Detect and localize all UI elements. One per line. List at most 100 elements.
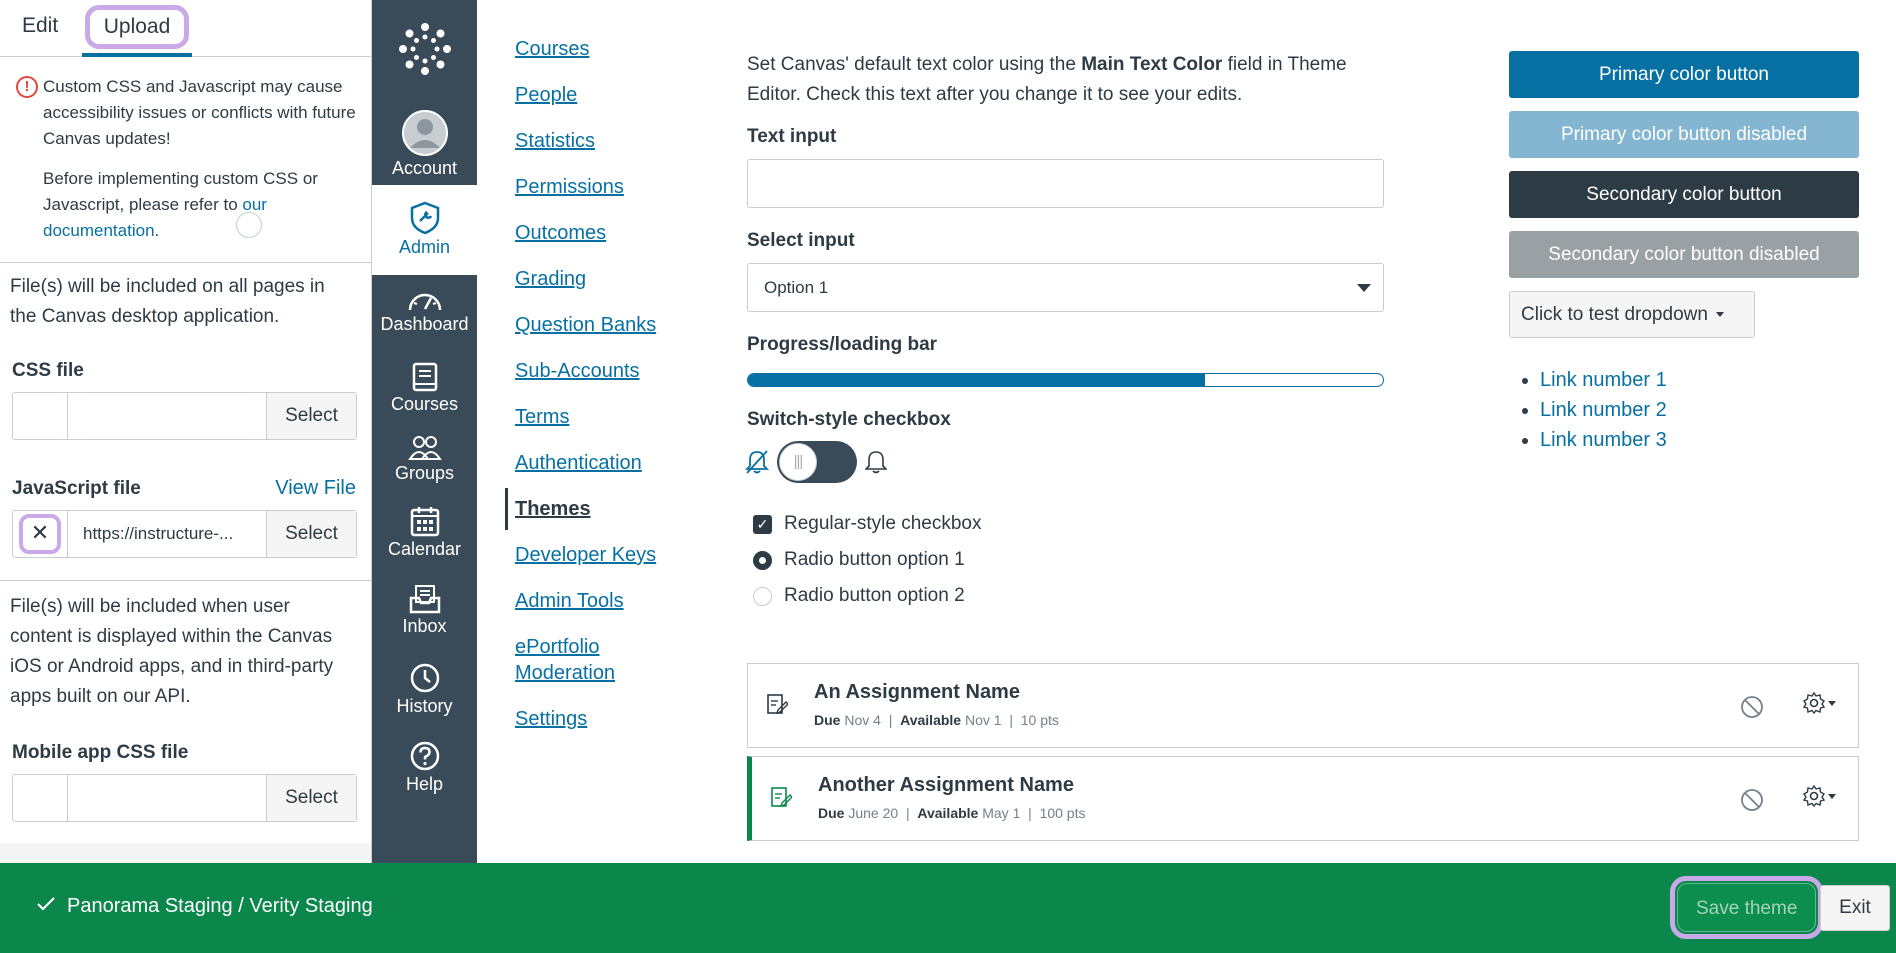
subnav-authentication[interactable]: Authentication [515, 450, 642, 476]
points: 10 pts [1020, 712, 1059, 728]
subnav-people[interactable]: People [515, 82, 577, 108]
tab-edit[interactable]: Edit [22, 0, 58, 57]
subnav-permissions[interactable]: Permissions [515, 174, 624, 200]
subnav-statistics[interactable]: Statistics [515, 128, 595, 154]
meta-separator: | [1009, 712, 1013, 728]
exit-button[interactable]: Exit [1820, 885, 1890, 931]
subnav-grading[interactable]: Grading [515, 266, 586, 292]
nav-history[interactable]: History [372, 662, 477, 717]
tab-upload[interactable]: Upload [82, 0, 192, 57]
warning-text: Custom CSS and Javascript may cause acce… [43, 77, 356, 148]
primary-color-button-disabled: Primary color button disabled [1509, 111, 1859, 158]
nav-groups[interactable]: Groups [372, 435, 477, 484]
view-file-link[interactable]: View File [275, 477, 356, 500]
canvas-logo[interactable] [372, 22, 477, 78]
nav-account-label: Account [391, 158, 458, 178]
subnav-outcomes[interactable]: Outcomes [515, 220, 606, 246]
due-date: Nov 4 [844, 712, 881, 728]
assignment-row[interactable]: An Assignment Name Due Nov 4 | Available… [747, 663, 1859, 748]
nav-groups-label: Groups [394, 463, 455, 483]
groups-icon [407, 436, 442, 460]
nav-account[interactable]: Account [372, 110, 477, 179]
warning-docs-suffix: . [154, 221, 160, 240]
save-theme-button[interactable]: Save theme [1677, 883, 1817, 932]
subnav-admin-tools[interactable]: Admin Tools [515, 588, 624, 614]
switch-toggle[interactable]: ||| [777, 441, 857, 483]
subnav-sub-accounts[interactable]: Sub-Accounts [515, 358, 640, 384]
mobile-css-file-select-button[interactable]: Select [266, 775, 356, 821]
nav-admin[interactable]: Admin [372, 185, 477, 275]
book-icon [412, 362, 437, 392]
link-list: Link number 1 Link number 2 Link number … [1540, 365, 1667, 455]
radio-option-2[interactable]: Radio button option 2 [753, 584, 965, 608]
switch-checkbox-row: ||| [745, 441, 905, 483]
nav-history-label: History [396, 696, 453, 716]
divider [0, 580, 371, 581]
secondary-color-button[interactable]: Secondary color button [1509, 171, 1859, 218]
radio-option-1[interactable]: Radio button option 1 [753, 548, 965, 572]
mobile-css-file-input[interactable] [68, 775, 266, 821]
mobile-css-file-label: Mobile app CSS file [12, 742, 189, 763]
secondary-color-button-disabled: Secondary color button disabled [1509, 231, 1859, 278]
caret-down-icon [1357, 284, 1371, 292]
warning-docs-text: Before implementing custom CSS or Javasc… [43, 166, 361, 244]
test-dropdown-button[interactable]: Click to test dropdown [1509, 291, 1755, 338]
inbox-icon [409, 585, 440, 614]
nav-help[interactable]: Help [372, 740, 477, 795]
unpublished-icon[interactable] [1740, 695, 1764, 719]
caret-down-icon [1715, 312, 1724, 318]
warning-docs-prefix: Before implementing custom CSS or Javasc… [43, 169, 318, 214]
save-theme-highlight: Save theme [1670, 876, 1824, 939]
nav-courses-label: Courses [390, 394, 459, 414]
nav-calendar[interactable]: Calendar [372, 505, 477, 560]
assignment-name[interactable]: An Assignment Name [814, 681, 1020, 704]
caret-down-icon [1828, 700, 1836, 706]
available-date: Nov 1 [964, 712, 1002, 728]
help-icon [410, 741, 439, 771]
check-icon [37, 897, 55, 911]
close-icon: ✕ [30, 520, 50, 545]
nav-inbox[interactable]: Inbox [372, 584, 477, 637]
nav-dashboard[interactable]: Dashboard [372, 288, 477, 335]
nav-calendar-label: Calendar [387, 539, 462, 559]
css-file-select-button[interactable]: Select [266, 393, 356, 439]
link-1[interactable]: Link number 1 [1540, 369, 1667, 391]
nav-inbox-label: Inbox [402, 616, 447, 636]
divider [0, 262, 371, 263]
subnav-terms[interactable]: Terms [515, 404, 569, 430]
unpublished-icon[interactable] [1740, 788, 1764, 812]
subnav-active-indicator [505, 488, 508, 530]
javascript-file-label: JavaScript file [12, 478, 141, 499]
regular-checkbox[interactable]: ✓ Regular-style checkbox [753, 512, 981, 536]
text-input[interactable] [747, 159, 1384, 208]
subnav-moderation-label: Moderation [515, 662, 616, 684]
subnav-settings[interactable]: Settings [515, 706, 587, 732]
assignment-settings-menu[interactable] [1803, 785, 1836, 807]
list-item: Link number 3 [1540, 425, 1667, 455]
subnav-themes[interactable]: Themes [515, 496, 591, 522]
subnav-eportfolio-moderation[interactable]: ePortfolio Moderation [515, 634, 615, 686]
radio-option-2-label: Radio button option 2 [784, 585, 965, 606]
javascript-file-select-button[interactable]: Select [266, 511, 356, 557]
assignment-row[interactable]: Another Assignment Name Due June 20 | Av… [747, 756, 1859, 841]
primary-color-button[interactable]: Primary color button [1509, 51, 1859, 98]
nav-help-label: Help [405, 774, 444, 794]
clear-javascript-file-button[interactable]: ✕ [19, 514, 61, 554]
select-input[interactable]: Option 1 [747, 263, 1384, 312]
css-file-input[interactable] [68, 393, 266, 439]
javascript-file-input[interactable]: https://instructure-... [68, 511, 266, 557]
list-item: Link number 1 [1540, 365, 1667, 395]
assignment-settings-menu[interactable] [1803, 692, 1836, 714]
account-breadcrumb: Panorama Staging / Verity Staging [67, 895, 373, 917]
assignment-name[interactable]: Another Assignment Name [818, 774, 1074, 797]
calendar-icon [410, 507, 439, 537]
tab-upload-label: Upload [84, 5, 190, 49]
subnav-courses[interactable]: Courses [515, 36, 589, 62]
available-label: Available [900, 712, 962, 728]
link-3[interactable]: Link number 3 [1540, 429, 1667, 451]
link-2[interactable]: Link number 2 [1540, 399, 1667, 421]
subnav-developer-keys[interactable]: Developer Keys [515, 542, 656, 568]
subnav-question-banks[interactable]: Question Banks [515, 312, 656, 338]
nav-courses[interactable]: Courses [372, 362, 477, 415]
caret-down-icon [1828, 793, 1836, 799]
